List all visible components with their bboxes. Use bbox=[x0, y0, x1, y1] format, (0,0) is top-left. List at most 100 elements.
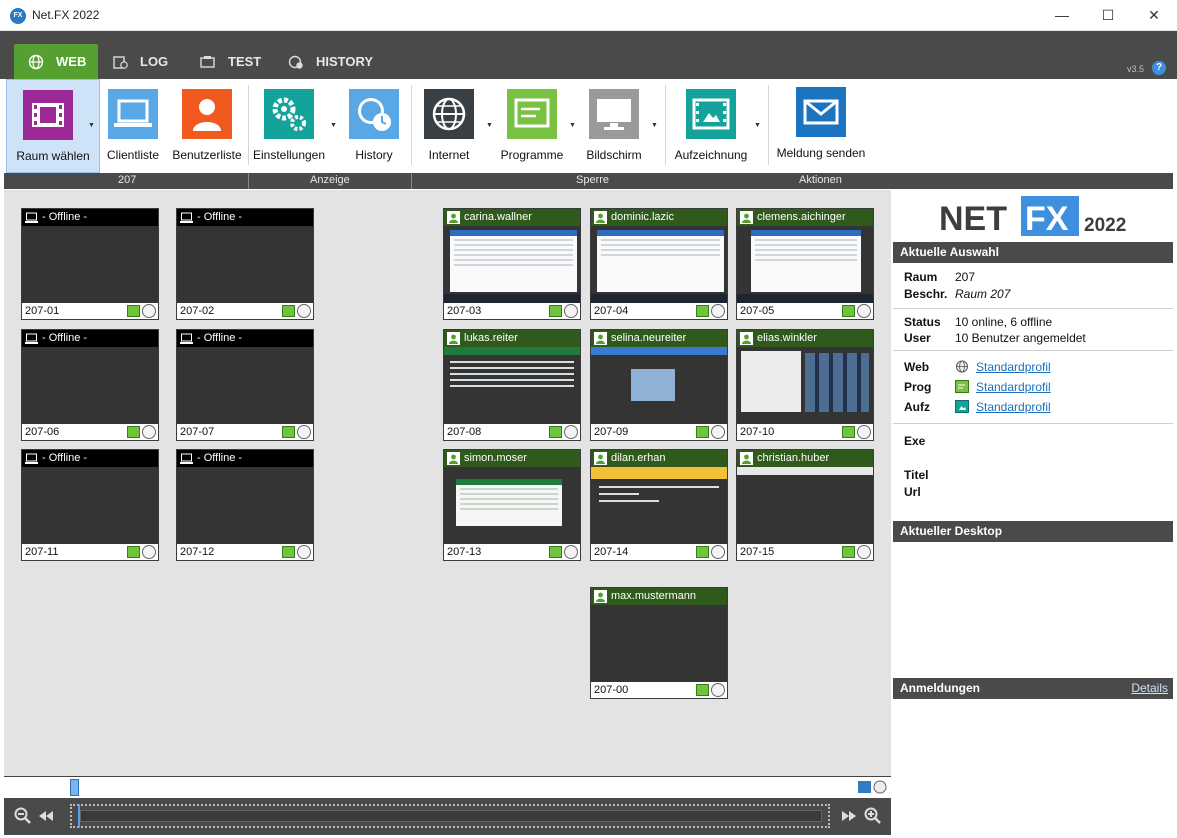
tile-footer: 207-15 bbox=[737, 544, 873, 560]
meldung-senden-button[interactable]: Meldung senden bbox=[774, 79, 868, 173]
ribbon-label: Programme bbox=[500, 148, 564, 162]
internet-dropdown-arrow-icon[interactable]: ▼ bbox=[486, 122, 494, 129]
laptop-icon bbox=[180, 333, 193, 344]
help-icon[interactable]: ? bbox=[1152, 61, 1166, 75]
web-profile-link[interactable]: Standardprofil bbox=[976, 360, 1051, 374]
globe-icon bbox=[28, 54, 44, 70]
client-tile[interactable]: elias.winkler 207-10 bbox=[736, 329, 874, 441]
client-tile[interactable]: - Offline - 207-07 bbox=[176, 329, 314, 441]
tile-user: lukas.reiter bbox=[464, 332, 518, 344]
logins-details-link[interactable]: Details bbox=[1131, 678, 1168, 699]
client-tile[interactable]: selina.neureiter 207-09 bbox=[590, 329, 728, 441]
aufzeichnung-button[interactable]: Aufzeichnung bbox=[670, 79, 752, 173]
rewind-icon[interactable] bbox=[37, 807, 55, 825]
tile-user: carina.wallner bbox=[464, 211, 532, 223]
tile-user: - Offline - bbox=[197, 211, 243, 223]
tile-screen bbox=[22, 467, 158, 544]
tile-user: - Offline - bbox=[42, 211, 88, 223]
tile-footer: 207-13 bbox=[444, 544, 580, 560]
tile-screen bbox=[177, 347, 313, 424]
tile-footer: 207-07 bbox=[177, 424, 313, 440]
client-tile[interactable]: christian.huber 207-15 bbox=[736, 449, 874, 561]
main-tab-bar: WEB LOG TEST HISTORY v3.5 ? bbox=[0, 31, 1177, 79]
client-grid: - Offline - 207-01 - Offline - 207-02 - … bbox=[4, 190, 891, 776]
maximize-button[interactable]: ☐ bbox=[1085, 0, 1131, 31]
client-tile[interactable]: carina.wallner 207-03 bbox=[443, 208, 581, 320]
tile-user: - Offline - bbox=[42, 332, 88, 344]
program-icon bbox=[282, 426, 295, 438]
fast-forward-icon[interactable] bbox=[840, 807, 858, 825]
tile-footer: 207-04 bbox=[591, 303, 727, 319]
globe-icon bbox=[711, 545, 725, 559]
client-tile[interactable]: lukas.reiter 207-08 bbox=[443, 329, 581, 441]
tile-id: 207-02 bbox=[180, 305, 215, 317]
tab-test[interactable]: TEST bbox=[186, 44, 270, 79]
client-tile[interactable]: clemens.aichinger 207-05 bbox=[736, 208, 874, 320]
tile-screen bbox=[737, 226, 873, 303]
tile-id: 207-08 bbox=[447, 426, 482, 438]
bildschirm-button[interactable]: Bildschirm bbox=[580, 79, 648, 173]
prog-key: Prog bbox=[904, 380, 932, 394]
desktop-preview bbox=[893, 542, 1173, 677]
ribbon-label: Benutzerliste bbox=[172, 148, 242, 162]
tile-screen bbox=[737, 347, 873, 424]
zoom-in-icon[interactable] bbox=[864, 807, 882, 825]
internet-button[interactable]: Internet bbox=[418, 79, 480, 173]
client-tile[interactable]: - Offline - 207-06 bbox=[21, 329, 159, 441]
ribbon-separator bbox=[768, 85, 769, 165]
tile-user: elias.winkler bbox=[757, 332, 817, 344]
logo-fx: FX bbox=[1025, 200, 1069, 238]
tile-header: lukas.reiter bbox=[444, 330, 580, 347]
playback-track[interactable] bbox=[70, 804, 830, 828]
aufz-profile-link[interactable]: Standardprofil bbox=[976, 400, 1051, 414]
title-bar: FX Net.FX 2022 — ☐ ✕ bbox=[0, 0, 1177, 31]
programme-dropdown-arrow-icon[interactable]: ▼ bbox=[569, 122, 577, 129]
user-icon bbox=[740, 332, 753, 345]
einstellungen-button[interactable]: Einstellungen bbox=[252, 79, 326, 173]
tile-footer: 207-00 bbox=[591, 682, 727, 698]
timeline-handle[interactable] bbox=[70, 779, 79, 796]
client-tile[interactable]: - Offline - 207-11 bbox=[21, 449, 159, 561]
prog-profile-link[interactable]: Standardprofil bbox=[976, 380, 1051, 394]
tile-footer: 207-01 bbox=[22, 303, 158, 319]
close-button[interactable]: ✕ bbox=[1131, 0, 1177, 31]
aufzeichnung-dropdown-arrow-icon[interactable]: ▼ bbox=[754, 122, 762, 129]
client-tile[interactable]: max.mustermann 207-00 bbox=[590, 587, 728, 699]
ribbon-toolbar: Raum wählen ▼ Clientliste Benutzerliste … bbox=[4, 79, 1173, 173]
client-tile[interactable]: - Offline - 207-01 bbox=[21, 208, 159, 320]
logo-net: NET bbox=[939, 200, 1007, 238]
ribbon-separator bbox=[411, 85, 412, 165]
bildschirm-dropdown-arrow-icon[interactable]: ▼ bbox=[651, 122, 659, 129]
client-tile[interactable]: simon.moser 207-13 bbox=[443, 449, 581, 561]
client-tile[interactable]: - Offline - 207-12 bbox=[176, 449, 314, 561]
playback-cursor[interactable] bbox=[78, 804, 80, 828]
tile-header: dilan.erhan bbox=[591, 450, 727, 467]
benutzerliste-button[interactable]: Benutzerliste bbox=[168, 79, 246, 173]
tab-web[interactable]: WEB bbox=[14, 44, 98, 79]
client-tile[interactable]: dilan.erhan 207-14 bbox=[590, 449, 728, 561]
aufz-key: Aufz bbox=[904, 400, 930, 414]
programme-button[interactable]: Programme bbox=[496, 79, 568, 173]
tile-screen bbox=[444, 226, 580, 303]
tile-screen bbox=[591, 605, 727, 682]
tab-history[interactable]: HISTORY bbox=[274, 44, 384, 79]
raum-dropdown-arrow-icon[interactable]: ▼ bbox=[88, 122, 96, 129]
client-tile[interactable]: dominic.lazic 207-04 bbox=[590, 208, 728, 320]
minimize-button[interactable]: — bbox=[1039, 0, 1085, 31]
app-logo-icon: FX bbox=[10, 8, 26, 24]
tile-id: 207-00 bbox=[594, 684, 629, 696]
client-tile[interactable]: - Offline - 207-02 bbox=[176, 208, 314, 320]
zoom-out-icon[interactable] bbox=[14, 807, 32, 825]
user-icon bbox=[182, 89, 232, 139]
raum-waehlen-button[interactable]: Raum wählen bbox=[6, 79, 100, 173]
recording-icon bbox=[858, 781, 871, 793]
clientliste-button[interactable]: Clientliste bbox=[102, 79, 164, 173]
tile-user: simon.moser bbox=[464, 452, 527, 464]
group-separator bbox=[248, 173, 249, 189]
einstellungen-dropdown-arrow-icon[interactable]: ▼ bbox=[330, 122, 338, 129]
tile-header: simon.moser bbox=[444, 450, 580, 467]
globe-icon bbox=[564, 545, 578, 559]
globe-icon bbox=[711, 304, 725, 318]
history-button[interactable]: History bbox=[344, 79, 404, 173]
tab-log[interactable]: LOG bbox=[98, 44, 182, 79]
